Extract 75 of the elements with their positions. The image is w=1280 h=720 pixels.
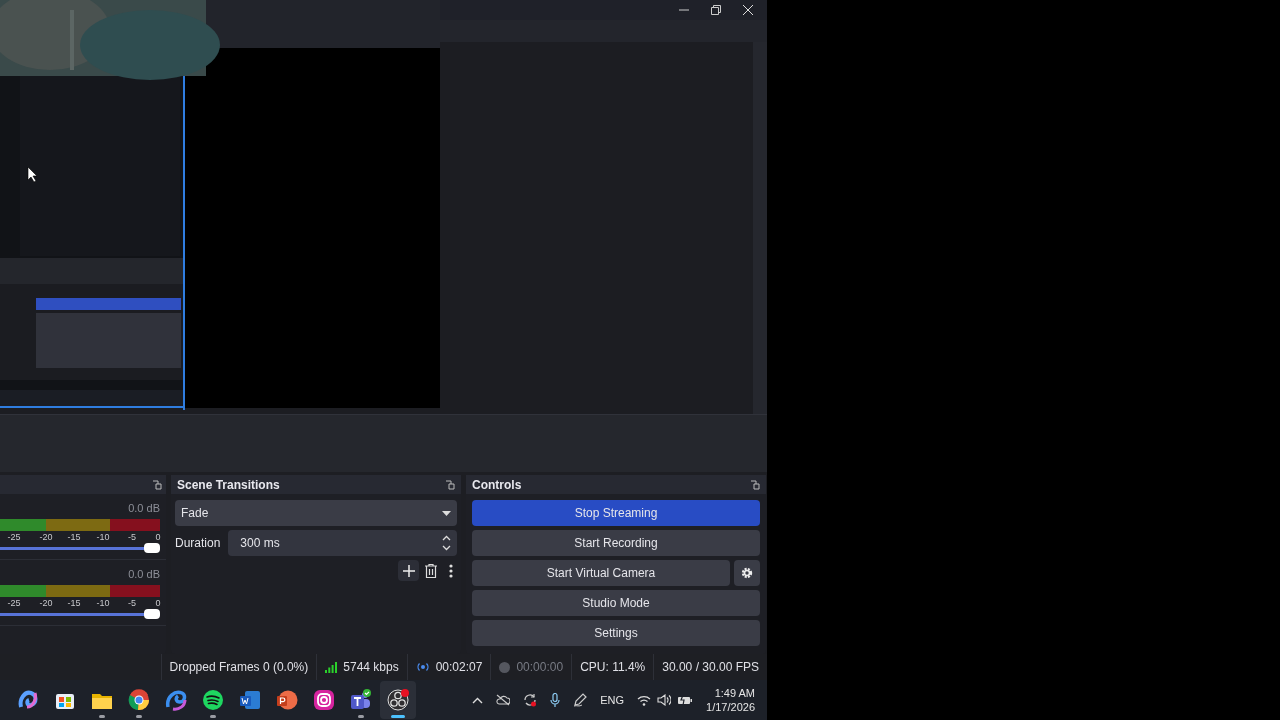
speaker-icon[interactable] [657,694,672,707]
close-icon[interactable] [743,5,753,15]
broadcast-icon [415,662,430,673]
control-button[interactable]: Start Virtual Camera [472,560,730,587]
volume-reading: 0.0 dB [128,567,160,583]
pen-icon[interactable] [573,693,588,708]
wave-app-icon[interactable] [165,689,187,712]
settings-icon [741,567,753,580]
recorder-app-icon[interactable] [387,689,409,712]
browser-icon[interactable] [128,689,150,712]
scrollbar[interactable] [753,41,767,415]
undock-icon[interactable] [445,479,455,490]
scale-label: -5 [128,530,136,544]
scale-label: -10 [96,596,110,610]
scale-label: -15 [67,596,81,610]
undock-icon[interactable] [750,479,760,490]
clock-date[interactable]: 1/17/2026 [706,700,755,715]
scale-label: -20 [39,596,53,610]
scale-label: -25 [7,530,21,544]
scale-label: -5 [128,596,136,610]
scale-label: -25 [7,596,21,610]
more-options-icon[interactable] [449,563,453,578]
cpu-usage: CPU: 11.4% [580,659,646,677]
record-dot-icon [499,661,511,673]
slides-app-icon[interactable] [276,689,298,712]
add-button[interactable] [398,560,419,582]
music-app-icon[interactable] [202,689,224,712]
duration-field[interactable]: 300 ms [228,530,457,557]
scale-label: 0 [155,530,161,544]
slider-thumb[interactable] [144,542,160,553]
bitrate-text: 5744 kbps [343,659,399,677]
wifi-icon[interactable] [637,694,652,706]
document-app-icon[interactable] [239,689,261,712]
camera-app-icon[interactable] [313,689,335,712]
volume-slider[interactable] [0,612,160,616]
settings-button[interactable] [734,560,760,587]
volume-slider[interactable] [0,546,160,550]
spinner-arrows-icon[interactable] [442,534,451,553]
undock-icon[interactable] [152,479,162,490]
microphone-icon[interactable] [550,693,561,708]
scale-label: -20 [39,530,53,544]
plus-icon [402,564,415,577]
language-indicator[interactable]: ENG [600,691,625,709]
running-indicator [358,715,364,719]
restore-icon[interactable] [711,5,721,15]
scale-label: -10 [96,530,110,544]
panel-title: Scene Transitions [177,476,280,494]
transition-dropdown[interactable]: Fade [175,500,457,527]
control-button[interactable]: Settings [472,620,760,647]
trash-icon[interactable] [425,563,437,578]
battery-icon[interactable] [677,695,694,706]
record-time: 00:00:00 [516,659,564,677]
signal-bars-icon [325,661,338,673]
control-button[interactable]: Stop Streaming [472,500,760,527]
control-button[interactable]: Start Recording [472,530,760,557]
chevron-up-icon[interactable] [472,696,484,704]
running-indicator [99,715,105,719]
stream-time: 00:02:07 [435,659,483,677]
volume-reading: 0.0 dB [128,501,160,517]
panel-title: Controls [472,476,522,494]
running-indicator [391,715,405,719]
scale-label: 0 [155,596,161,610]
scale-label: -15 [67,530,81,544]
control-button[interactable]: Studio Mode [472,590,760,617]
slider-thumb[interactable] [144,608,160,619]
running-indicator [136,715,142,719]
duration-label: Duration [175,535,221,553]
sync-icon[interactable] [523,693,538,708]
dropped-frames-text: Dropped Frames 0 (0.0%) [169,659,309,677]
running-indicator [210,715,216,719]
chat-app-icon[interactable] [350,689,372,712]
cloud-off-icon[interactable] [496,694,511,707]
fps-text: 30.00 / 30.00 FPS [662,659,759,677]
clock-time[interactable]: 1:49 AM [714,686,755,701]
caret-icon [442,510,451,516]
